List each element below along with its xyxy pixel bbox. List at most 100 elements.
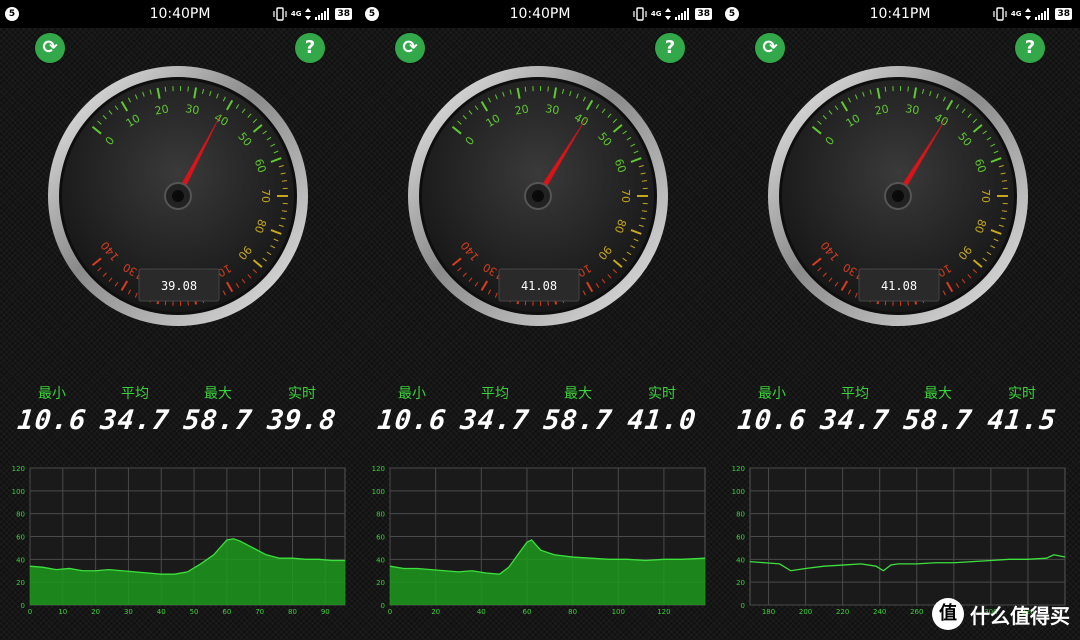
stat-max: 最大 58.7	[898, 383, 978, 436]
chart-y-tick: 20	[376, 579, 385, 587]
gauge-tick-label: 20	[154, 102, 170, 117]
chart-x-tick: 100	[612, 608, 625, 616]
stat-live-label: 实时	[648, 386, 676, 402]
chart-y-tick: 120	[12, 465, 25, 473]
speed-readout: 41.08	[881, 279, 917, 293]
gauge-tick-label: 30	[184, 102, 200, 117]
stat-live-value: 41.0	[625, 405, 699, 436]
chart-x-tick: 180	[762, 608, 775, 616]
refresh-sync-button[interactable]: ⟳	[35, 33, 65, 63]
chart-y-tick: 80	[376, 511, 385, 519]
gauge-tick-label: 70	[259, 189, 272, 203]
stat-live-value: 39.8	[265, 405, 339, 436]
data-arrows-icon	[665, 8, 672, 20]
speed-gauge: 010203040506070809010011012013014041.08	[403, 66, 673, 328]
stat-max: 最大 58.7	[178, 383, 258, 436]
chart-x-tick: 200	[799, 608, 812, 616]
speed-history-chart: 0 20 40 60 80 100 120 0 10 20 30 40 50 60 70 80 90	[0, 458, 360, 618]
watermark: 值 什么值得买	[932, 598, 1070, 630]
stat-min-label: 最小	[398, 386, 426, 402]
chart-y-tick: 120	[372, 465, 385, 473]
chart-x-tick: 0	[388, 608, 392, 616]
stats-row: 最小 10.6 平均 34.7 最大 58.7 实时 41.5	[720, 383, 1080, 443]
chart-x-tick: 220	[836, 608, 849, 616]
system-icons: 4G 38	[273, 6, 352, 22]
network-type: 4G	[290, 10, 302, 18]
battery-icon: 38	[1055, 8, 1072, 20]
status-bar: 5 10:40PM 4G 38	[360, 0, 720, 28]
stat-min-value: 10.6	[375, 405, 449, 436]
help-button[interactable]: ?	[655, 33, 685, 63]
chart-x-tick: 120	[657, 608, 670, 616]
help-button[interactable]: ?	[1015, 33, 1045, 63]
stat-max-label: 最大	[204, 386, 232, 402]
stat-avg: 平均 34.7	[455, 383, 535, 436]
gauge-tick	[164, 86, 167, 92]
stat-avg: 平均 34.7	[815, 383, 895, 436]
stat-max: 最大 58.7	[538, 383, 618, 436]
chart-x-tick: 30	[124, 608, 133, 616]
stat-avg-value: 34.7	[98, 405, 172, 436]
chart-y-tick: 100	[732, 488, 745, 496]
gauge-tick	[1001, 180, 1007, 182]
chart-y-tick: 80	[736, 511, 745, 519]
chart-x-tick: 70	[255, 608, 264, 616]
stat-min: 最小 10.6	[732, 383, 812, 436]
status-bar: 5 10:41PM 4G 38	[720, 0, 1080, 28]
system-icons: 4G 38	[633, 6, 712, 22]
chart-y-tick: 60	[376, 534, 385, 542]
stat-min-label: 最小	[758, 386, 786, 402]
chart-y-tick: 0	[741, 602, 745, 610]
stat-min-value: 10.6	[15, 405, 89, 436]
chart-y-tick: 20	[16, 579, 25, 587]
gauge-tick	[524, 86, 527, 92]
data-arrows-icon	[1025, 8, 1032, 20]
signal-icon	[675, 8, 690, 20]
status-bar: 5 10:40PM 4G 38	[0, 0, 360, 28]
refresh-sync-button[interactable]: ⟳	[755, 33, 785, 63]
gauge-tick-label: 30	[544, 102, 560, 117]
stat-live: 实时 41.5	[982, 383, 1062, 436]
vibrate-icon	[273, 7, 287, 21]
refresh-sync-button[interactable]: ⟳	[395, 33, 425, 63]
stats-row: 最小 10.6 平均 34.7 最大 58.7 实时 41.0	[360, 383, 720, 443]
chart-y-tick: 100	[12, 488, 25, 496]
stat-live-value: 41.5	[985, 405, 1059, 436]
chart-x-tick: 10	[58, 608, 67, 616]
signal-icon	[1035, 8, 1050, 20]
gauge-tick	[281, 180, 287, 182]
stat-max-value: 58.7	[541, 405, 615, 436]
speed-gauge: 010203040506070809010011012013014039.08	[43, 66, 313, 328]
gauge-tick	[641, 180, 647, 182]
stat-max-value: 58.7	[181, 405, 255, 436]
chart-y-tick: 60	[16, 534, 25, 542]
stat-min: 最小 10.6	[12, 383, 92, 436]
stat-min-label: 最小	[38, 386, 66, 402]
chart-x-tick: 60	[222, 608, 231, 616]
battery-icon: 38	[335, 8, 352, 20]
chart-y-tick: 0	[381, 602, 385, 610]
stat-max-label: 最大	[564, 386, 592, 402]
gauge-tick	[281, 210, 287, 212]
stat-avg: 平均 34.7	[95, 383, 175, 436]
stat-avg-label: 平均	[481, 386, 509, 402]
system-icons: 4G 38	[993, 6, 1072, 22]
help-button[interactable]: ?	[295, 33, 325, 63]
stat-avg-label: 平均	[841, 386, 869, 402]
chart-x-tick: 20	[431, 608, 440, 616]
chart-x-tick: 240	[873, 608, 886, 616]
stat-avg-value: 34.7	[458, 405, 532, 436]
chart-x-tick: 90	[321, 608, 330, 616]
vibrate-icon	[993, 7, 1007, 21]
chart-x-tick: 260	[910, 608, 923, 616]
stat-max-label: 最大	[924, 386, 952, 402]
chart-x-tick: 0	[28, 608, 32, 616]
stat-live: 实时 39.8	[262, 383, 342, 436]
gauge-tick-label: 20	[514, 102, 530, 117]
chart-x-tick: 60	[522, 608, 531, 616]
chart-y-tick: 40	[736, 556, 745, 564]
speed-history-chart: 020406080100120180200220240260280300320	[720, 458, 1080, 618]
chart-y-tick: 80	[16, 511, 25, 519]
stat-live-label: 实时	[288, 386, 316, 402]
signal-icon	[315, 8, 330, 20]
